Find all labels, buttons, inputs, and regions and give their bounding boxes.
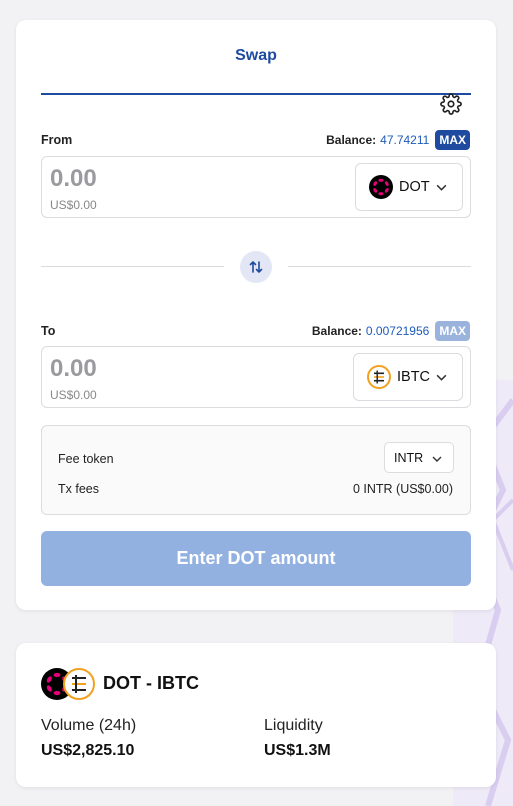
swap-card: Swap From Balance: 47.74211 MAX 0.00 US$… (16, 20, 496, 610)
from-token-select[interactable]: DOT (355, 163, 463, 211)
tx-fees-label: Tx fees (58, 482, 99, 496)
from-amount-field[interactable]: 0.00 US$0.00 DOT (41, 156, 471, 218)
tab-swap-label: Swap (235, 47, 277, 64)
pair-name: DOT - IBTC (103, 673, 199, 693)
chevron-down-icon (436, 184, 447, 191)
from-usd-value: US$0.00 (50, 198, 97, 212)
fee-details: Fee token INTR Tx fees 0 INTR (US$0.00) (41, 425, 471, 515)
from-amount-input[interactable]: 0.00 (50, 165, 97, 193)
from-balance: Balance: 47.74211 MAX (326, 130, 470, 150)
chevron-down-icon (432, 456, 442, 462)
liquidity-label: Liquidity (264, 717, 323, 734)
from-token-name: DOT (399, 179, 430, 195)
tx-fees-value: 0 INTR (US$0.00) (352, 482, 453, 496)
divider-right (288, 266, 471, 267)
chevron-down-icon (436, 374, 447, 381)
ibtc-icon (367, 365, 391, 389)
pair-icons (41, 668, 95, 700)
divider-left (41, 266, 224, 267)
from-balance-value: 47.74211 (380, 133, 430, 147)
volume-value: US$2,825.10 (41, 742, 135, 759)
to-balance-label: Balance: (311, 324, 362, 338)
to-amount-input[interactable]: 0.00 (50, 355, 97, 383)
settings-gear-icon[interactable] (440, 93, 462, 115)
ibtc-icon (63, 668, 95, 700)
polkadot-icon (369, 175, 393, 199)
tab-swap[interactable]: Swap (41, 45, 471, 95)
swap-arrows-icon (249, 261, 263, 273)
to-token-select[interactable]: IBTC (353, 353, 463, 401)
from-label: From (41, 133, 73, 147)
fee-token-label: Fee token (58, 452, 114, 466)
fee-token-select[interactable]: INTR (384, 442, 454, 473)
to-label: To (41, 324, 56, 338)
submit-swap-button[interactable]: Enter DOT amount (41, 531, 471, 586)
to-token-name: IBTC (397, 369, 431, 385)
from-balance-label: Balance: (326, 133, 377, 147)
to-balance-value: 0.00721956 (365, 324, 430, 338)
liquidity-value: US$1.3M (264, 742, 331, 759)
to-amount-field[interactable]: 0.00 US$0.00 IBTC (41, 346, 471, 408)
pool-info-card: DOT - IBTC Volume (24h) US$2,825.10 Liqu… (16, 643, 496, 787)
volume-label: Volume (24h) (41, 717, 137, 734)
from-max-button[interactable]: MAX (435, 130, 470, 150)
fee-token-value: INTR (394, 450, 424, 465)
to-usd-value: US$0.00 (50, 388, 97, 402)
to-max-button[interactable]: MAX (435, 321, 470, 341)
to-balance: Balance: 0.00721956 MAX (312, 321, 470, 341)
switch-direction-button[interactable] (240, 251, 272, 283)
